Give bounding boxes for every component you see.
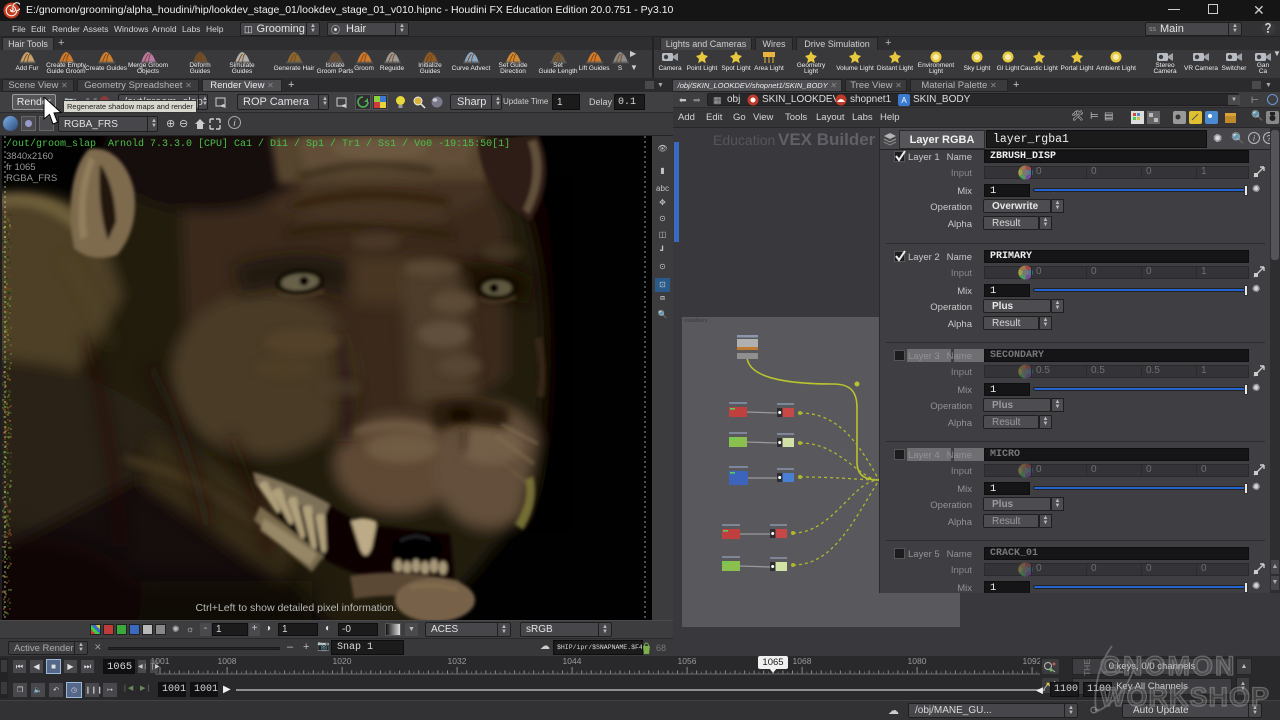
svg-text:1044: 1044 [563,656,582,666]
svg-text:1020: 1020 [333,656,352,666]
svg-text:1032: 1032 [448,656,467,666]
svg-text:1001: 1001 [151,656,170,666]
svg-text:1068: 1068 [793,656,812,666]
svg-text:1092: 1092 [1023,656,1040,666]
svg-text:1008: 1008 [218,656,237,666]
svg-text:1080: 1080 [908,656,927,666]
svg-text:1056: 1056 [678,656,697,666]
